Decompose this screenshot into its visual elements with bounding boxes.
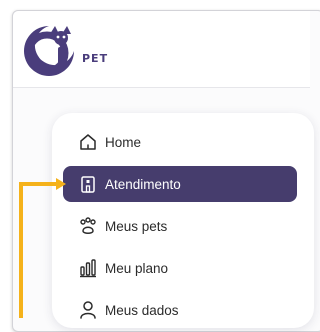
callout-arrow-icon <box>19 178 66 318</box>
